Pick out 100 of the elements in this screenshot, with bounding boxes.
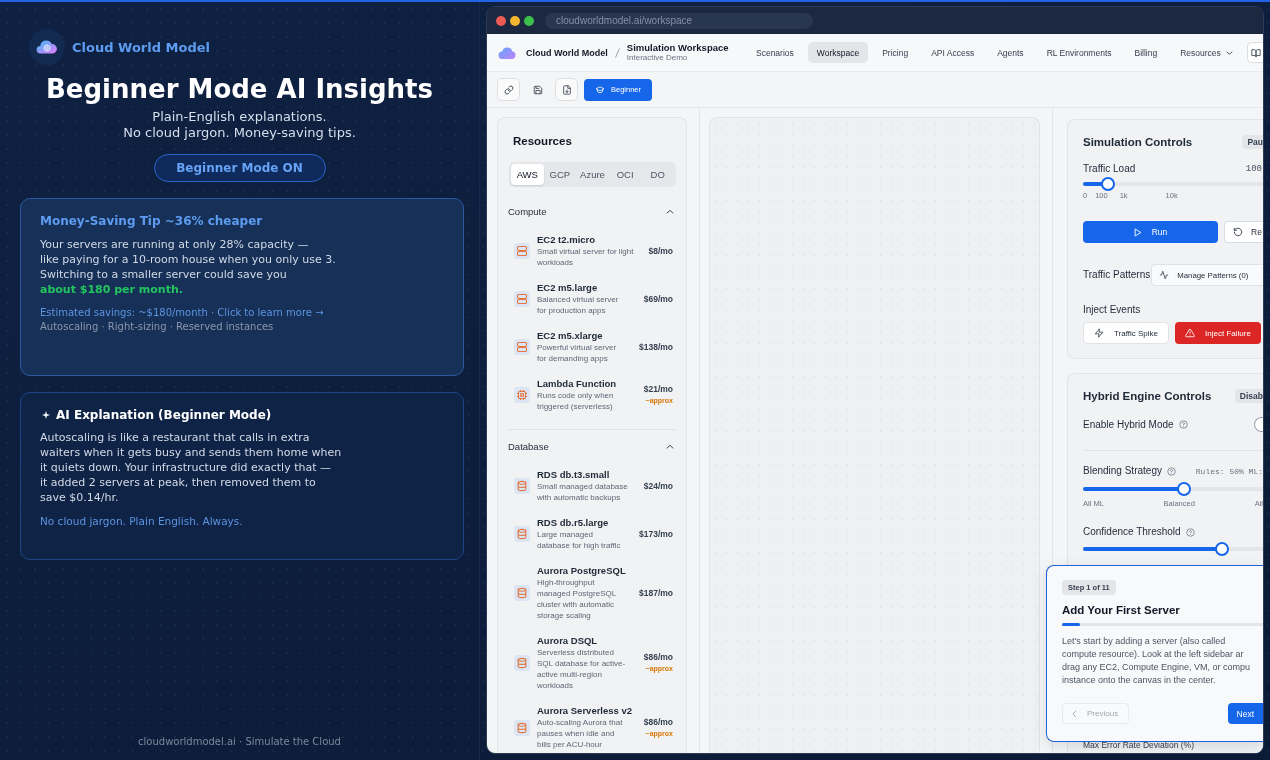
- failure-button[interactable]: Inject Failure: [1175, 322, 1261, 344]
- book-button[interactable]: [1247, 42, 1263, 63]
- resource-description: Powerful virtual server for demanding apps: [537, 342, 618, 364]
- explanation-text: Autoscaling is like a restaurant that calls in extra waiters when it gets busy and sends them home when it quiets down. Your infrastructure did exactly that — it added 2 servers at peak, then removed them to save $0.14/hr.: [40, 430, 343, 505]
- slider-thumb[interactable]: [1214, 542, 1229, 556]
- provider-tab[interactable]: Azure: [576, 164, 609, 185]
- resource-description: High-throughput managed PostgreSQL cluster with automatic storage scaling: [537, 577, 618, 621]
- provider-tab[interactable]: GCP: [543, 164, 577, 185]
- link-button[interactable]: [497, 78, 520, 101]
- resource-name: EC2 m5.xlarge: [537, 330, 604, 342]
- run-button[interactable]: Run: [1083, 221, 1218, 243]
- nav-link[interactable]: Scenarios: [747, 42, 803, 63]
- resource-description: Auto-scaling Aurora that pauses when idle and bills per ACU-hour: [537, 717, 624, 750]
- server-icon: [514, 291, 530, 307]
- chevron-left-icon: [1072, 709, 1077, 718]
- provider-tab[interactable]: OCI: [608, 164, 642, 185]
- nav-link[interactable]: API Access: [922, 42, 984, 63]
- field-label: Confidence Threshold: [1083, 526, 1181, 538]
- resource-price: $138/mo: [638, 341, 673, 353]
- slider-value: Rules: 50% ML:: [1195, 466, 1263, 476]
- field-label: Enable Hybrid Mode: [1083, 418, 1174, 431]
- explanation-title: AI Explanation (Beginner Mode): [56, 407, 272, 423]
- field-label: Inject Events: [1083, 304, 1142, 316]
- server-icon: [514, 243, 530, 259]
- resource-description: Small managed database with automatic backups: [537, 481, 629, 503]
- footer-text: cloudworldmodel.ai · Simulate the Cloud: [137, 735, 342, 749]
- field-label: Blending Strategy: [1083, 465, 1162, 477]
- reset-icon: [1233, 227, 1243, 237]
- tour-title: Add Your First Server: [1062, 603, 1180, 617]
- resource-description: Runs code only when triggered (serverless): [537, 390, 615, 412]
- book-icon: [1251, 47, 1261, 58]
- status-badge: Pau: [1242, 135, 1263, 149]
- graduation-cap-icon: [595, 85, 605, 94]
- provider-tab[interactable]: DO: [641, 164, 674, 185]
- savings-link[interactable]: Estimated savings: ~$180/month · Click to learn more →: [40, 306, 444, 320]
- nav-link[interactable]: Pricing: [873, 42, 918, 63]
- resource-price: $24/mo: [643, 480, 673, 492]
- card-title: Simulation Controls: [1083, 136, 1193, 148]
- database-icon: [514, 526, 530, 542]
- card-title: Hybrid Engine Controls: [1083, 390, 1212, 402]
- nav-link[interactable]: RL Environments: [1037, 42, 1121, 63]
- maximize-button[interactable]: [524, 15, 534, 26]
- spike-button[interactable]: Traffic Spike: [1083, 322, 1169, 344]
- link-icon: [503, 84, 514, 95]
- resource-name: RDS db.t3.small: [537, 469, 611, 481]
- resource-price: $21/mo: [643, 384, 673, 395]
- database-icon: [514, 478, 530, 494]
- status-badge: Disab: [1234, 389, 1263, 403]
- field-label: Max Error Rate Deviation (%): [1083, 740, 1195, 750]
- topics-text: Autoscaling · Right-sizing · Reserved instances: [40, 320, 275, 334]
- app-brand-name[interactable]: Cloud World Model: [526, 47, 608, 58]
- section-header[interactable]: Compute: [508, 204, 676, 218]
- page-subtitle: Interactive Demo: [626, 53, 689, 63]
- provider-tab[interactable]: AWS: [511, 164, 544, 185]
- beginner-mode-button[interactable]: Beginner Mode ON: [153, 154, 326, 182]
- reset-button[interactable]: Re: [1224, 221, 1263, 243]
- breadcrumb-slash-icon: [614, 47, 620, 58]
- toggle-switch[interactable]: [1254, 417, 1263, 432]
- close-button[interactable]: [496, 15, 506, 26]
- field-label: Traffic Patterns: [1083, 269, 1151, 281]
- save-icon: [532, 84, 543, 95]
- resource-name: EC2 m5.large: [537, 282, 599, 294]
- tip-title: Money-Saving Tip ~36% cheaper: [40, 213, 264, 229]
- export-button[interactable]: [555, 78, 578, 101]
- nav-link[interactable]: Resources: [1171, 42, 1242, 63]
- play-icon: [1133, 227, 1142, 237]
- brand-name: Cloud World Model: [72, 39, 210, 55]
- headline: Beginner Mode AI Insights: [45, 73, 434, 105]
- nav-link[interactable]: Billing: [1125, 42, 1167, 63]
- address-bar[interactable]: cloudworldmodel.ai/workspace: [545, 12, 813, 29]
- chip-icon: [514, 387, 530, 403]
- next-button[interactable]: Next: [1227, 703, 1263, 724]
- tour-text: Let's start by adding a server (also called compute resource). Look at the left sidebar ar drag any EC2, Compute Engine, VM, or compu instance onto the canvas in the center.: [1062, 635, 1251, 687]
- server-icon: [514, 339, 530, 355]
- resource-description: Small virtual server for light workloads: [537, 246, 635, 268]
- resource-description: Balanced virtual server for production apps: [537, 294, 620, 316]
- panel-title: Resources: [512, 134, 573, 148]
- resource-name: RDS db.r5.large: [537, 517, 610, 529]
- warning-icon: [1185, 328, 1196, 338]
- database-icon: [514, 585, 530, 601]
- slider-thumb[interactable]: [1101, 177, 1116, 191]
- resource-name: EC2 t2.micro: [537, 234, 597, 246]
- slider-thumb[interactable]: [1176, 482, 1191, 496]
- caret-icon: [1225, 50, 1233, 55]
- page-title: Simulation Workspace: [626, 42, 729, 53]
- minimize-button[interactable]: [510, 15, 520, 26]
- subtitle: Plain-English explanations. No cloud jargon. Money-saving tips.: [122, 109, 357, 141]
- help-icon[interactable]: [1166, 466, 1176, 476]
- resource-name: Aurora DSQL: [537, 635, 599, 647]
- sparkle-icon: [42, 411, 50, 419]
- cloud-logo-icon: [498, 46, 516, 59]
- database-icon: [514, 719, 530, 736]
- help-icon[interactable]: [1178, 420, 1188, 429]
- section-header[interactable]: Database: [508, 439, 676, 453]
- nav-link[interactable]: Agents: [988, 42, 1033, 63]
- field-label: Traffic Load: [1083, 163, 1136, 175]
- nav-link[interactable]: Workspace: [807, 42, 869, 63]
- resource-price: $173/mo: [638, 528, 673, 540]
- help-icon[interactable]: [1185, 527, 1195, 537]
- resource-name: Aurora PostgreSQL: [537, 565, 627, 577]
